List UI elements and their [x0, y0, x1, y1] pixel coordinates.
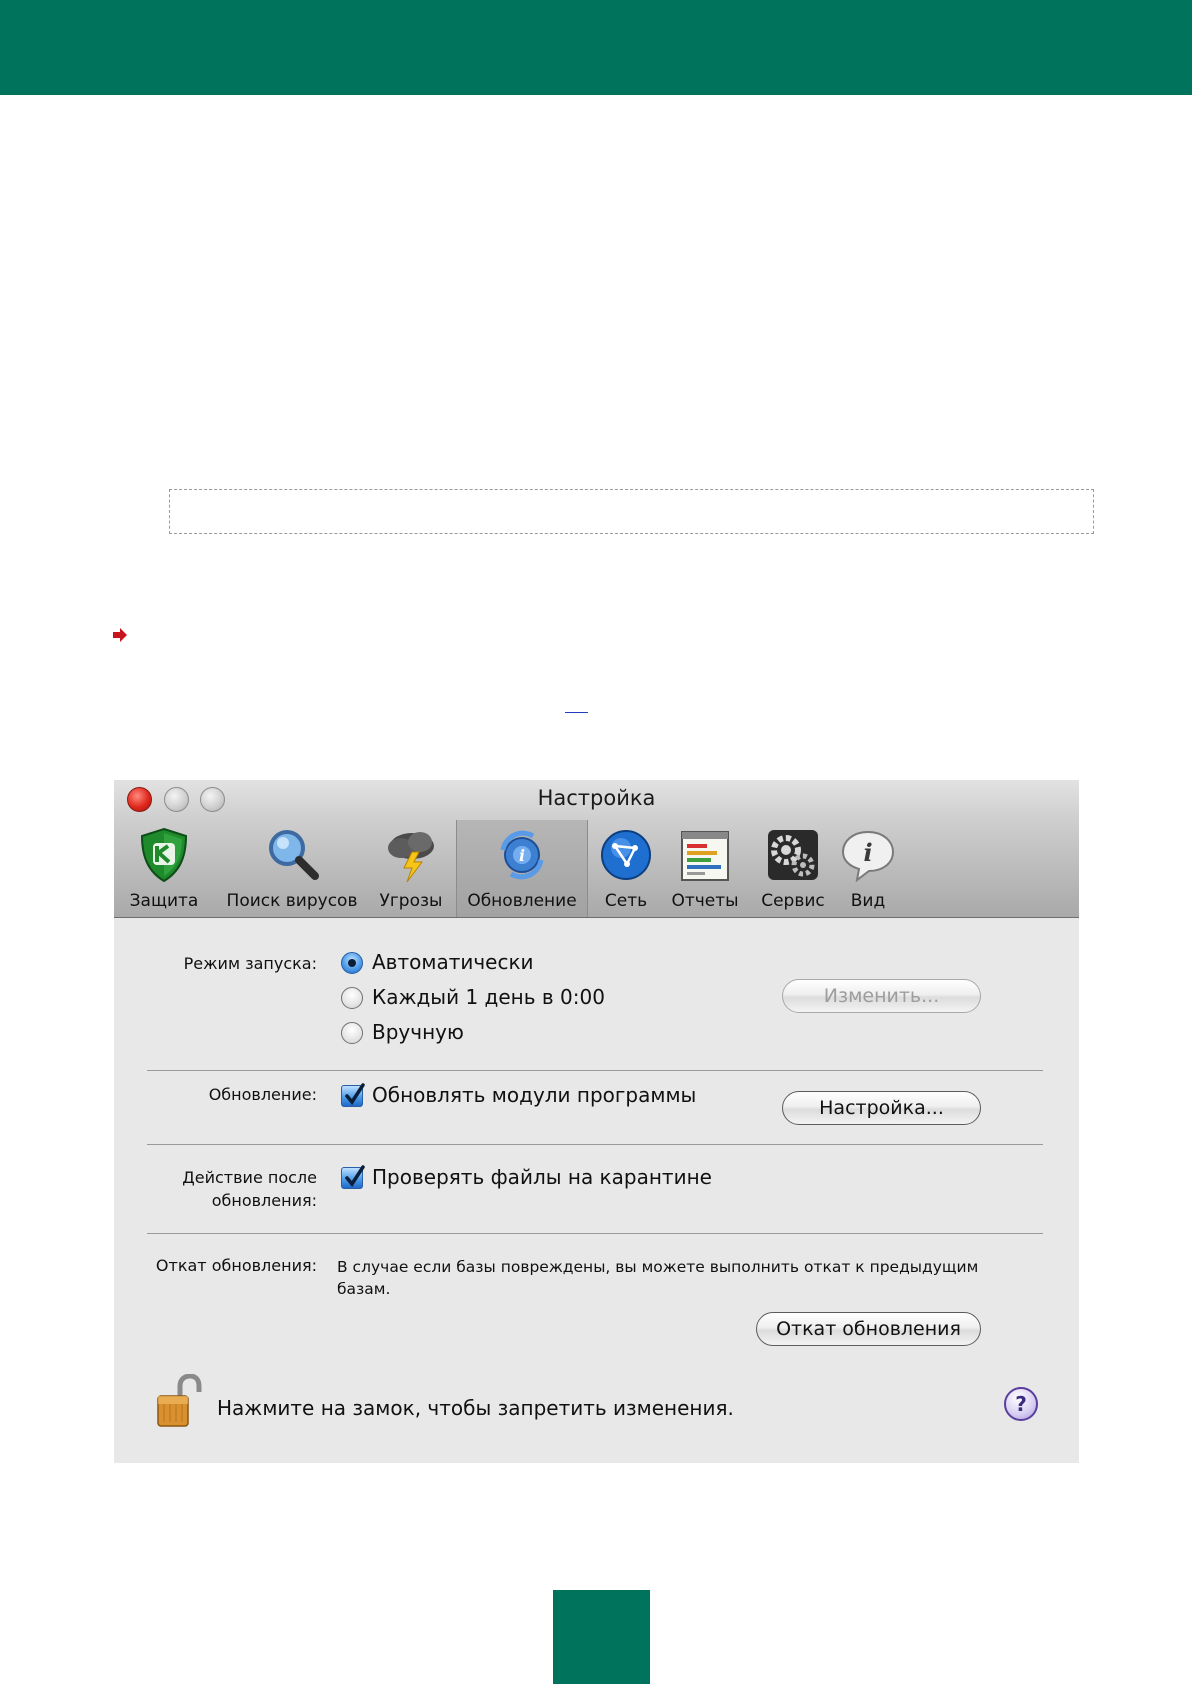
scan-quarantine-checkbox[interactable]	[341, 1165, 365, 1189]
rollback-button[interactable]: Откат обновления	[756, 1312, 981, 1346]
window-titlebar: Настройка Защита Поиск вирусов Угрозы i …	[114, 780, 1079, 918]
toolbar-item-virus-scan[interactable]: Поиск вирусов	[214, 820, 370, 917]
storm-cloud-icon	[388, 832, 434, 883]
separator	[147, 1070, 1043, 1071]
separator	[147, 1233, 1043, 1234]
checkmark-icon	[345, 1083, 365, 1105]
rollback-description: В случае если базы повреждены, вы можете…	[337, 1258, 979, 1298]
toolbar-label-update: Обновление	[467, 891, 577, 911]
change-schedule-button[interactable]: Изменить...	[782, 979, 981, 1013]
page-link[interactable]	[565, 712, 588, 713]
toolbar-label-reports: Отчеты	[671, 891, 739, 911]
note-placeholder-box	[169, 489, 1094, 534]
toolbar-item-reports[interactable]: Отчеты	[660, 820, 750, 917]
page-number-tab	[553, 1590, 650, 1684]
info-bubble-icon: i	[841, 830, 895, 883]
update-modules-checkbox[interactable]	[341, 1083, 365, 1107]
lock-hint-text: Нажмите на замок, чтобы запретить измене…	[217, 1396, 734, 1420]
report-icon	[681, 831, 729, 881]
scan-quarantine-label: Проверять файлы на карантине	[372, 1165, 712, 1189]
radio-automatic-label: Автоматически	[372, 950, 534, 974]
rollback-label: Откат обновления:	[155, 1256, 317, 1275]
toolbar-label-service: Сервис	[761, 891, 825, 911]
toolbar-label-threats: Угрозы	[379, 891, 443, 911]
toolbar-item-network[interactable]: Сеть	[592, 820, 660, 917]
radio-manual[interactable]	[341, 1022, 363, 1044]
toolbar-item-protection[interactable]: Защита	[114, 820, 214, 917]
separator	[147, 1144, 1043, 1145]
checkmark-icon	[345, 1165, 365, 1187]
magnifier-icon	[269, 830, 319, 880]
toolbar-item-view[interactable]: i Вид	[836, 820, 900, 917]
update-settings-button[interactable]: Настройка...	[782, 1091, 981, 1125]
svg-text:i: i	[863, 838, 872, 867]
toolbar-label-view: Вид	[850, 891, 886, 911]
help-button[interactable]: ?	[1004, 1387, 1038, 1421]
radio-manual-label: Вручную	[372, 1020, 464, 1044]
window-title: Настройка	[537, 786, 656, 810]
after-update-label-line2: обновления:	[211, 1191, 317, 1210]
red-arrow-bullet-icon	[113, 628, 127, 642]
svg-text:i: i	[519, 846, 525, 865]
network-globe-icon	[601, 830, 651, 880]
update-label: Обновление:	[208, 1085, 317, 1104]
toolbar-label-virus-scan: Поиск вирусов	[226, 891, 358, 911]
toolbar-item-service[interactable]: Сервис	[750, 820, 836, 917]
radio-automatic[interactable]	[341, 952, 363, 974]
radio-daily-label: Каждый 1 день в 0:00	[372, 985, 605, 1009]
radio-daily[interactable]	[341, 987, 363, 1009]
update-modules-label: Обновлять модули программы	[372, 1083, 697, 1107]
settings-window: Настройка Защита Поиск вирусов Угрозы i …	[114, 780, 1079, 1463]
toolbar-label-protection: Защита	[129, 891, 199, 911]
update-globe-icon: i	[500, 830, 544, 880]
launch-mode-label: Режим запуска:	[183, 954, 317, 973]
toolbar-label-network: Сеть	[604, 891, 648, 911]
open-lock-icon[interactable]	[154, 1374, 202, 1428]
toolbar-item-update[interactable]: i Обновление	[456, 820, 588, 917]
gears-icon	[768, 830, 818, 880]
toolbar-item-threats[interactable]: Угрозы	[370, 820, 452, 917]
shield-k-icon	[140, 827, 188, 883]
header-band	[0, 0, 1192, 95]
after-update-label-line1: Действие после	[182, 1168, 317, 1187]
